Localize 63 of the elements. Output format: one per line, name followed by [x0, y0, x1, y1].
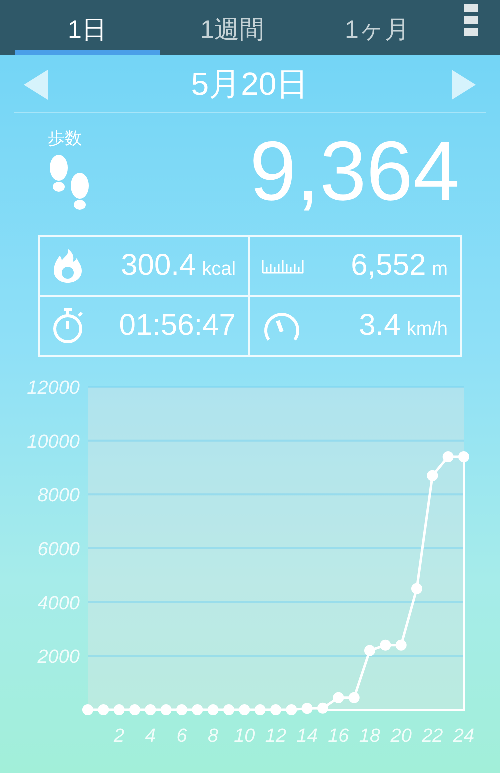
y-tick-label: 12000 [27, 378, 80, 399]
point [348, 692, 360, 704]
tab[interactable]: 1ヶ月 [305, 0, 450, 55]
point [364, 645, 376, 656]
point [427, 470, 438, 482]
point [442, 451, 454, 462]
stat-unit: km/h [406, 319, 448, 340]
x-tick-label: 4 [145, 726, 156, 747]
point [82, 704, 94, 716]
point [130, 704, 140, 716]
right-triangle-icon [452, 70, 476, 100]
tab[interactable]: 1週間 [160, 0, 305, 55]
x-tick-label: 18 [359, 726, 381, 747]
x-tick-label: 8 [208, 726, 219, 747]
x-tick-label: 14 [296, 726, 318, 747]
flame-icon [52, 248, 84, 284]
point [98, 704, 110, 716]
x-tick-label: 6 [176, 726, 188, 747]
point [176, 704, 188, 716]
point [412, 583, 422, 594]
point [224, 704, 234, 716]
stat-unit: kcal [202, 259, 236, 280]
point [160, 704, 172, 716]
point [254, 704, 266, 716]
point [333, 692, 344, 704]
point [145, 704, 156, 716]
steps-label: 歩数 [48, 128, 82, 150]
x-tick-label: 24 [453, 726, 475, 747]
x-tick-label: 20 [390, 726, 412, 747]
point [302, 703, 313, 714]
tab[interactable]: 1日 [15, 0, 160, 55]
date-label: 5月20日 [191, 64, 309, 104]
stat-value: 6,552 [351, 249, 426, 282]
x-tick-label: 2 [114, 726, 125, 747]
x-tick-label: 22 [422, 726, 444, 747]
stopwatch-icon [52, 307, 84, 345]
point [208, 704, 219, 716]
left-triangle-icon [24, 70, 48, 100]
menu-button[interactable] [464, 4, 478, 36]
footprints-icon [48, 154, 92, 212]
point [286, 704, 298, 716]
y-tick-label: 2000 [38, 647, 80, 668]
x-tick-label: 12 [265, 726, 287, 747]
point [318, 702, 328, 714]
stat-value: 300.4 [121, 249, 196, 282]
point [192, 704, 204, 716]
point [458, 451, 470, 462]
y-tick-label: 4000 [38, 593, 80, 614]
y-tick-label: 10000 [27, 432, 80, 453]
x-tick-label: 10 [234, 726, 256, 747]
point [396, 640, 407, 651]
point [270, 704, 282, 716]
x-tick-label: 16 [328, 726, 350, 747]
stat-value: 3.4 [359, 309, 401, 342]
y-tick-label: 6000 [38, 540, 80, 560]
point [114, 704, 125, 716]
ruler-icon [262, 258, 304, 274]
point [239, 704, 250, 716]
step-count: 9,364 [250, 129, 460, 220]
point [380, 640, 392, 651]
y-tick-label: 8000 [38, 486, 80, 507]
stat-value: 01:56:47 [119, 309, 236, 342]
stat-unit: m [432, 259, 448, 280]
